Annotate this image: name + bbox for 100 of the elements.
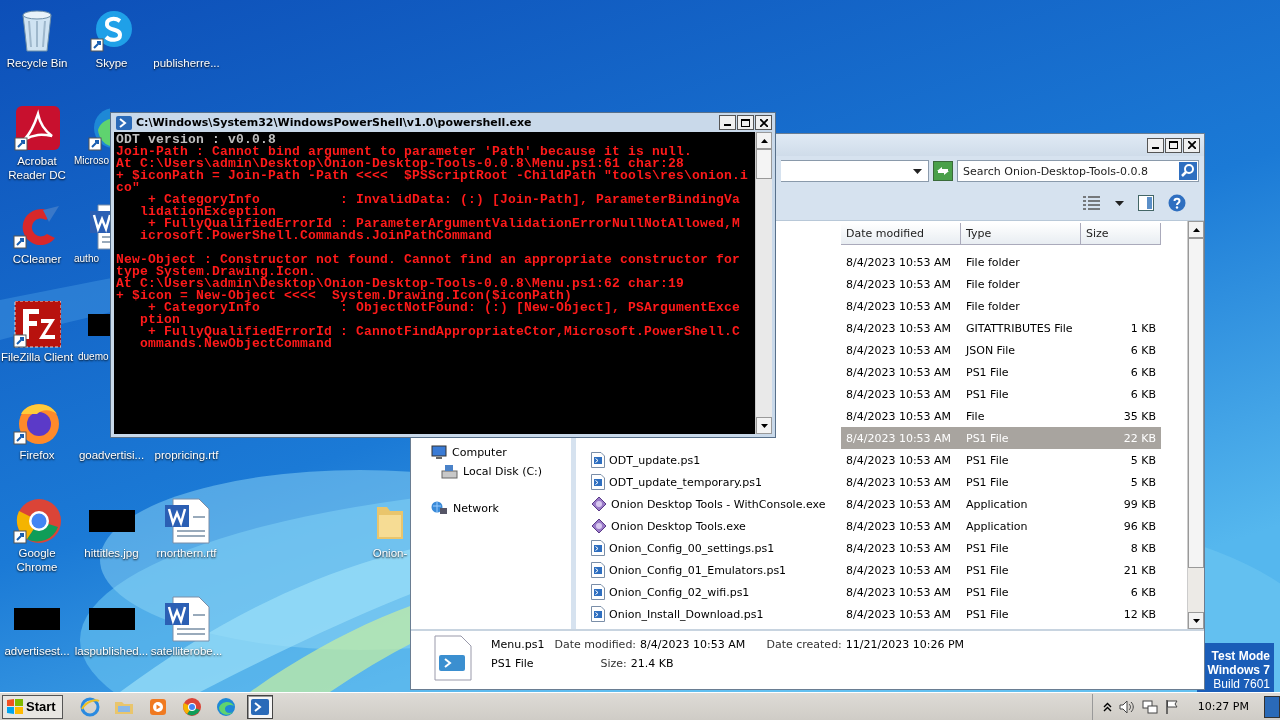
address-field[interactable] xyxy=(781,160,929,182)
scrollbar[interactable] xyxy=(755,132,772,434)
table-cell: Onion_Config_02_wifi.ps1 xyxy=(609,585,750,599)
search-icon[interactable] xyxy=(1179,162,1197,180)
recycle-bin-icon[interactable] xyxy=(19,9,55,53)
file-row[interactable]: 8/4/2023 10:53 AM PS1 File 12 KB xyxy=(841,603,1161,625)
table-cell: 8/4/2023 10:53 AM xyxy=(846,365,952,379)
blacked-out-icon[interactable] xyxy=(88,510,135,532)
file-row[interactable]: 8/4/2023 10:53 AM PS1 File 21 KB xyxy=(841,559,1161,581)
detail-label: Date modified: xyxy=(554,638,637,651)
table-cell: 6 KB xyxy=(1130,365,1156,379)
file-row[interactable]: 8/4/2023 10:53 AM Application 99 KB xyxy=(841,493,1161,515)
down-arrow-icon xyxy=(1192,618,1200,623)
show-desktop-button[interactable] xyxy=(1264,695,1280,718)
window-title: C:\Windows\System32\WindowsPowerShell\v1.0\powershell.exe xyxy=(136,116,533,129)
start-button[interactable]: Start xyxy=(2,694,63,719)
nav-item[interactable]: Local Disk (C:) xyxy=(411,462,571,481)
desktop-icon-label[interactable]: Recycle Bin xyxy=(6,56,68,70)
powershell-file-icon xyxy=(433,635,473,681)
taskbar-powershell-button[interactable] xyxy=(246,694,273,719)
file-row[interactable]: 8/4/2023 10:53 AM PS1 File 6 KB xyxy=(841,361,1161,383)
maximize-icon xyxy=(1169,141,1178,149)
show-hidden-icons-icon[interactable] xyxy=(1102,701,1112,712)
nav-item[interactable]: Network xyxy=(411,499,571,518)
desktop-icon-label[interactable]: goadvertisi... xyxy=(78,448,145,462)
minimize-button[interactable] xyxy=(719,115,736,130)
hard-disk-icon xyxy=(441,464,458,479)
file-row[interactable]: 8/4/2023 10:53 AM File folder xyxy=(841,295,1161,317)
desktop-icon-label[interactable]: Firefox xyxy=(19,448,55,462)
refresh-button[interactable] xyxy=(933,161,953,181)
desktop-icon-label[interactable]: autho xyxy=(74,252,100,266)
column-header[interactable]: Date modified xyxy=(841,223,961,245)
table-cell: PS1 File xyxy=(966,541,1009,555)
nav-item[interactable]: Computer xyxy=(411,443,571,462)
file-row[interactable]: 8/4/2023 10:53 AM File 35 KB xyxy=(841,405,1161,427)
help-icon[interactable] xyxy=(1168,194,1186,212)
file-row[interactable]: 8/4/2023 10:53 AM Application 96 KB xyxy=(841,515,1161,537)
speaker-icon[interactable] xyxy=(1118,699,1135,714)
desktop-icon-label[interactable]: CCleaner xyxy=(12,252,62,266)
scroll-down-button[interactable] xyxy=(756,417,772,434)
word-document-icon[interactable] xyxy=(162,595,211,643)
filezilla-icon[interactable] xyxy=(13,301,61,349)
table-cell: PS1 File xyxy=(966,365,1009,379)
file-row[interactable]: 8/4/2023 10:53 AM PS1 File 5 KB xyxy=(841,449,1161,471)
table-cell: GITATTRIBUTES File xyxy=(966,321,1073,335)
file-row[interactable]: 8/4/2023 10:53 AM File folder xyxy=(841,251,1161,273)
file-row[interactable]: 8/4/2023 10:53 AM PS1 File 6 KB xyxy=(841,383,1161,405)
file-row[interactable]: 8/4/2023 10:53 AM GITATTRIBUTES File 1 KB xyxy=(841,317,1161,339)
close-button[interactable] xyxy=(1183,137,1200,153)
preview-pane-icon[interactable] xyxy=(1138,195,1154,211)
blacked-out-icon[interactable] xyxy=(88,608,135,630)
clock[interactable]: 10:27 PM xyxy=(1197,700,1249,713)
ccleaner-icon[interactable] xyxy=(13,204,61,250)
error-line: + $iconPath = Join-Path -Path <<<< $PSScriptRoot -ChildPath "tools\res\onion.i xyxy=(116,170,750,182)
scroll-up-button[interactable] xyxy=(756,132,772,149)
file-row[interactable]: 8/4/2023 10:53 AM PS1 File 8 KB xyxy=(841,537,1161,559)
dropdown-caret-icon[interactable] xyxy=(1115,200,1124,206)
desktop-icon-label[interactable]: FileZilla Client xyxy=(0,350,74,364)
view-options-icon[interactable] xyxy=(1083,196,1101,210)
maximize-button[interactable] xyxy=(737,115,754,130)
file-row[interactable]: 8/4/2023 10:53 AM JSON File 6 KB xyxy=(841,339,1161,361)
file-row[interactable]: 8/4/2023 10:53 AM PS1 File 6 KB xyxy=(841,581,1161,603)
desktop-icon-label[interactable]: publisherre... xyxy=(153,56,220,70)
scroll-down-button[interactable] xyxy=(1188,612,1204,629)
table-cell: 35 KB xyxy=(1123,409,1156,423)
desktop-icon-label[interactable]: Google Chrome xyxy=(0,546,74,574)
table-cell: 8 KB xyxy=(1130,541,1156,555)
table-cell: File folder xyxy=(966,277,1020,291)
minimize-button[interactable] xyxy=(1147,137,1164,153)
acrobat-icon[interactable] xyxy=(14,106,60,152)
table-cell: Onion_Install_Download.ps1 xyxy=(609,607,764,621)
maximize-button[interactable] xyxy=(1165,137,1182,153)
desktop-icon-label[interactable]: Microso xyxy=(74,154,109,168)
close-button[interactable] xyxy=(755,115,772,130)
error-line: + FullyQualifiedErrorId : ParameterArgumentValidationErrorNullNotAllowed,M xyxy=(148,218,742,230)
desktop-icon-label[interactable]: propricing.rtf xyxy=(154,448,219,462)
table-cell: PS1 File xyxy=(966,431,1009,445)
flag-icon[interactable] xyxy=(1164,698,1179,715)
desktop-icon-label[interactable]: Skype xyxy=(95,56,128,70)
table-cell: 8/4/2023 10:53 AM xyxy=(846,563,952,577)
column-header[interactable]: Type xyxy=(961,223,1081,245)
desktop-icon-label[interactable]: advertisest... xyxy=(4,644,70,658)
file-type: PS1 File xyxy=(491,657,535,670)
scrollbar[interactable] xyxy=(1187,221,1204,629)
search-field[interactable]: Search Onion-Desktop-Tools-0.0.8 xyxy=(957,160,1199,182)
table-cell: 8/4/2023 10:53 AM xyxy=(846,255,952,269)
desktop-icon-label[interactable]: Acrobat Reader DC xyxy=(0,154,74,182)
network-icon[interactable] xyxy=(1141,698,1158,715)
scroll-thumb[interactable] xyxy=(756,149,772,179)
file-row[interactable]: 8/4/2023 10:53 AM File folder xyxy=(841,273,1161,295)
dropdown-caret-icon[interactable] xyxy=(913,169,922,174)
column-header[interactable]: Size xyxy=(1081,223,1161,245)
table-cell: 8/4/2023 10:53 AM xyxy=(846,277,952,291)
word-document-icon[interactable] xyxy=(162,497,211,545)
file-row[interactable]: 8/4/2023 10:53 AM PS1 File 5 KB xyxy=(841,471,1161,493)
chrome-icon[interactable] xyxy=(13,497,61,545)
skype-icon[interactable] xyxy=(89,9,134,53)
scroll-thumb[interactable] xyxy=(1188,238,1204,568)
desktop-icon-label[interactable]: duemo xyxy=(78,350,109,364)
scroll-up-button[interactable] xyxy=(1188,221,1204,238)
